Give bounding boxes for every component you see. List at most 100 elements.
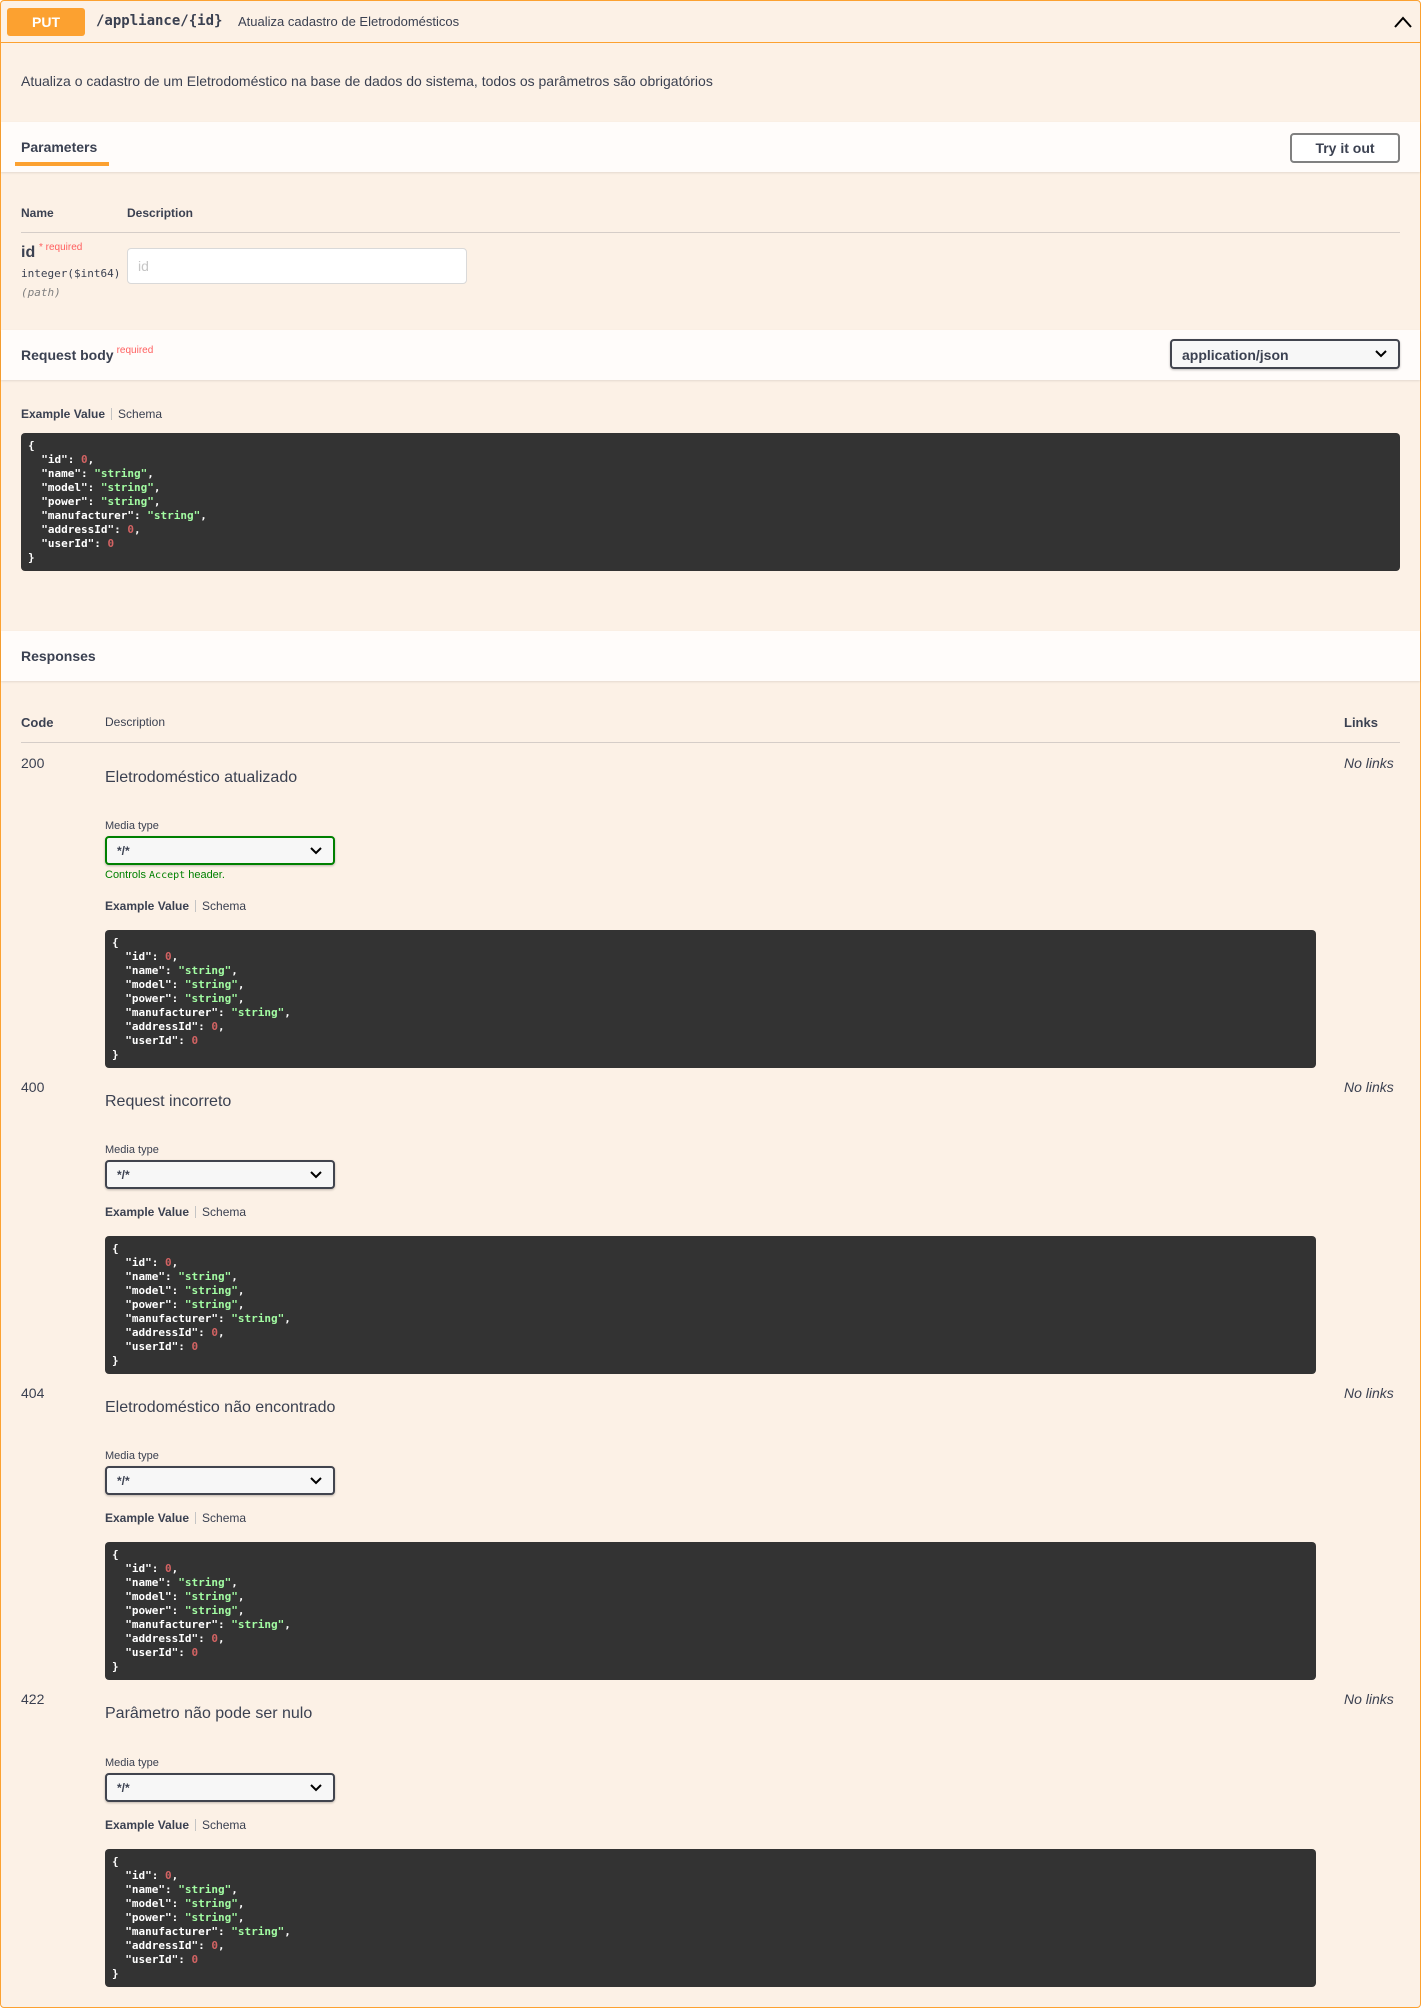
tab-schema[interactable]: Schema bbox=[202, 1511, 246, 1525]
response-tabs: Example Value Schema bbox=[105, 899, 246, 913]
media-type-select[interactable]: */* bbox=[105, 836, 335, 865]
response-links: No links bbox=[1344, 1691, 1394, 1707]
json-value: "string" bbox=[178, 1883, 232, 1896]
media-type-label: Media type bbox=[105, 1757, 159, 1769]
id-input[interactable] bbox=[127, 248, 467, 284]
json-value: "string" bbox=[184, 1604, 238, 1617]
json-value: "string" bbox=[231, 1925, 285, 1938]
col-code: Code bbox=[21, 715, 54, 730]
media-type-value: */* bbox=[117, 1168, 130, 1182]
json-value: "string" bbox=[94, 467, 148, 480]
json-value: 0 bbox=[164, 950, 172, 963]
request-body-header: Request body required application/json bbox=[1, 330, 1420, 380]
json-value: "string" bbox=[100, 481, 154, 494]
json-value: "string" bbox=[184, 992, 238, 1005]
tab-example-value[interactable]: Example Value bbox=[21, 407, 105, 421]
responses-header: Responses bbox=[1, 631, 1420, 681]
divider bbox=[21, 742, 1400, 743]
media-type-label: Media type bbox=[105, 820, 159, 832]
json-value: "string" bbox=[231, 1312, 285, 1325]
chevron-down-icon bbox=[310, 1170, 322, 1178]
response-code: 200 bbox=[21, 755, 45, 771]
request-body-label: Request body bbox=[21, 347, 114, 363]
json-value: "string" bbox=[184, 1590, 238, 1603]
json-value: "string" bbox=[147, 509, 201, 522]
json-value: 0 bbox=[107, 537, 115, 550]
media-type-value: */* bbox=[117, 1781, 130, 1795]
json-value: "string" bbox=[231, 1006, 285, 1019]
col-response-description: Description bbox=[105, 715, 166, 729]
content-type-select[interactable]: application/json bbox=[1170, 339, 1400, 369]
media-type-value: */* bbox=[117, 844, 130, 858]
response-code: 422 bbox=[21, 1691, 45, 1707]
response-example: { "id": 0, "name": "string", "model": "s… bbox=[105, 1236, 1316, 1374]
json-value: "string" bbox=[184, 1284, 238, 1297]
json-value: "string" bbox=[184, 1298, 238, 1311]
tab-underline bbox=[15, 162, 109, 166]
divider bbox=[21, 232, 1400, 233]
response-example: { "id": 0, "name": "string", "model": "s… bbox=[105, 1849, 1316, 1987]
chevron-up-icon[interactable] bbox=[1393, 13, 1413, 31]
json-value: 0 bbox=[80, 453, 88, 466]
media-type-select[interactable]: */* bbox=[105, 1466, 335, 1495]
chevron-down-icon bbox=[1375, 350, 1387, 358]
json-value: "string" bbox=[231, 1618, 285, 1631]
request-body-example: { "id": 0, "name": "string", "model": "s… bbox=[21, 433, 1400, 571]
content-type-value: application/json bbox=[1182, 347, 1289, 363]
response-links: No links bbox=[1344, 1079, 1394, 1095]
tab-example-value[interactable]: Example Value bbox=[105, 1511, 189, 1525]
tab-example-value[interactable]: Example Value bbox=[105, 1205, 189, 1219]
json-value: "string" bbox=[178, 1576, 232, 1589]
try-it-out-button[interactable]: Try it out bbox=[1290, 133, 1400, 163]
json-value: 0 bbox=[191, 1646, 199, 1659]
method-badge: PUT bbox=[7, 8, 85, 36]
json-value: 0 bbox=[191, 1340, 199, 1353]
controls-code: Accept bbox=[149, 870, 186, 881]
response-tabs: Example Value Schema bbox=[105, 1818, 246, 1832]
json-value: "string" bbox=[100, 495, 154, 508]
tab-example-value[interactable]: Example Value bbox=[105, 899, 189, 913]
json-value: "string" bbox=[184, 1897, 238, 1910]
json-value: 0 bbox=[164, 1256, 172, 1269]
response-tabs: Example Value Schema bbox=[105, 1205, 246, 1219]
json-value: 0 bbox=[191, 1034, 199, 1047]
tab-separator bbox=[195, 1819, 197, 1831]
response-tabs: Example Value Schema bbox=[105, 1511, 246, 1525]
request-body-title: Request body required bbox=[21, 345, 154, 363]
json-value: 0 bbox=[211, 1020, 218, 1033]
json-value: 0 bbox=[127, 523, 134, 536]
response-description: Parâmetro não pode ser nulo bbox=[105, 1705, 313, 1722]
operation-block: PUT /appliance/{id} Atualiza cadastro de… bbox=[0, 0, 1421, 2008]
response-description: Eletrodoméstico atualizado bbox=[105, 769, 298, 786]
media-type-value: */* bbox=[117, 1474, 130, 1488]
responses-title: Responses bbox=[21, 648, 96, 664]
request-body-required: required bbox=[116, 345, 154, 356]
chevron-down-icon bbox=[310, 1476, 322, 1484]
tab-schema[interactable]: Schema bbox=[118, 407, 162, 421]
json-value: "string" bbox=[178, 1270, 232, 1283]
tab-schema[interactable]: Schema bbox=[202, 899, 246, 913]
tab-parameters[interactable]: Parameters bbox=[21, 139, 97, 155]
response-example: { "id": 0, "name": "string", "model": "s… bbox=[105, 930, 1316, 1068]
operation-summary[interactable]: PUT /appliance/{id} Atualiza cadastro de… bbox=[1, 1, 1420, 43]
json-value: 0 bbox=[211, 1939, 218, 1952]
param-location: (path) bbox=[21, 286, 61, 299]
param-type: integer($int64) bbox=[21, 267, 121, 280]
media-type-select[interactable]: */* bbox=[105, 1160, 335, 1189]
json-value: 0 bbox=[191, 1953, 199, 1966]
param-name: id bbox=[21, 244, 36, 261]
param-required: * required bbox=[39, 242, 83, 253]
tab-separator bbox=[195, 1206, 197, 1218]
media-type-select[interactable]: */* bbox=[105, 1773, 335, 1802]
media-type-label: Media type bbox=[105, 1450, 159, 1462]
json-value: "string" bbox=[178, 964, 232, 977]
tab-example-value[interactable]: Example Value bbox=[105, 1818, 189, 1832]
json-value: "string" bbox=[184, 978, 238, 991]
tab-schema[interactable]: Schema bbox=[202, 1205, 246, 1219]
controls-accept-note: Controls Accept header. bbox=[105, 869, 225, 881]
json-value: 0 bbox=[211, 1632, 218, 1645]
parameters-header: Parameters Try it out bbox=[1, 122, 1420, 172]
response-links: No links bbox=[1344, 1385, 1394, 1401]
tab-schema[interactable]: Schema bbox=[202, 1818, 246, 1832]
media-type-label: Media type bbox=[105, 1144, 159, 1156]
